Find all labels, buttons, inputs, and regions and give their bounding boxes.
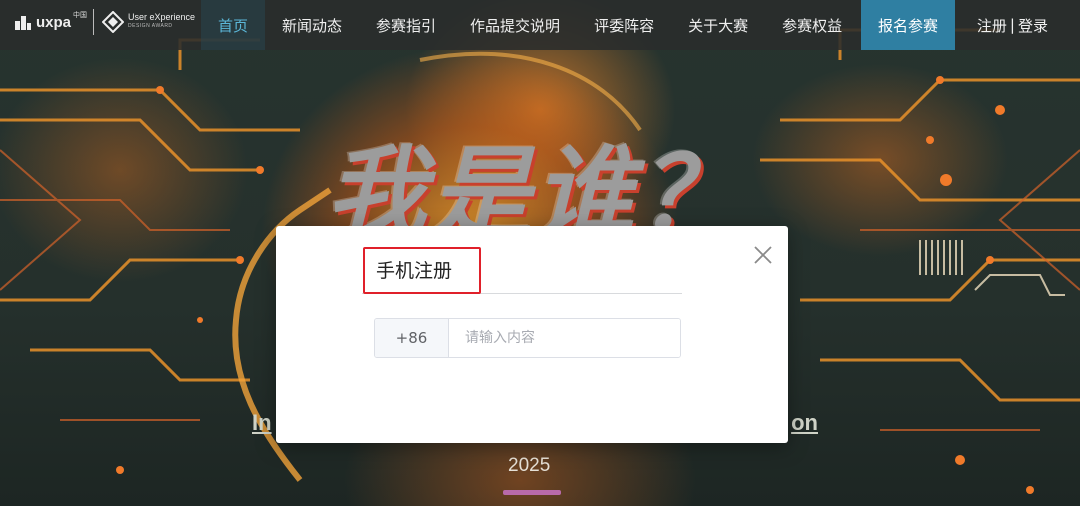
hero-subtitle-left: In bbox=[252, 410, 272, 435]
register-link[interactable]: 注册 bbox=[977, 15, 1007, 36]
ux-award-logo: User eXperience DESIGN AWARD bbox=[102, 11, 195, 33]
ux-award-title: User eXperience bbox=[128, 12, 196, 22]
country-code-prefix[interactable]: +86 bbox=[375, 319, 449, 357]
signup-contest-button[interactable]: 报名参赛 bbox=[861, 0, 955, 50]
title-highlight-box bbox=[363, 247, 481, 294]
diamond-logo-icon bbox=[102, 11, 125, 33]
uxpa-mark-icon bbox=[15, 16, 31, 30]
nav-item-about[interactable]: 关于大赛 bbox=[671, 0, 765, 50]
hero-year: 2025 bbox=[508, 455, 551, 476]
auth-links: 注册 | 登录 bbox=[977, 0, 1048, 50]
nav-item-benefits[interactable]: 参赛权益 bbox=[765, 0, 859, 50]
carousel-indicator[interactable] bbox=[503, 490, 561, 495]
phone-input[interactable] bbox=[449, 319, 680, 357]
logo-divider bbox=[93, 9, 95, 35]
top-navigation: uxpa 中国 User eXperience DESIGN AWARD 首页 … bbox=[0, 0, 1080, 50]
uxpa-china-label: 中国 bbox=[73, 11, 88, 19]
login-link[interactable]: 登录 bbox=[1018, 15, 1048, 36]
ux-award-subtitle: DESIGN AWARD bbox=[128, 23, 173, 29]
nav-item-home[interactable]: 首页 bbox=[201, 0, 266, 50]
site-logo[interactable]: uxpa 中国 User eXperience DESIGN AWARD bbox=[14, 9, 195, 35]
close-icon[interactable] bbox=[752, 244, 774, 266]
uxpa-wordmark: uxpa bbox=[36, 13, 72, 31]
phone-number-field: +86 bbox=[374, 318, 681, 358]
nav-item-judges[interactable]: 评委阵容 bbox=[577, 0, 671, 50]
nav-menu: 首页 新闻动态 参赛指引 作品提交说明 评委阵容 关于大赛 参赛权益 bbox=[201, 0, 859, 50]
uxpa-logo: uxpa 中国 bbox=[14, 11, 88, 31]
nav-item-submission[interactable]: 作品提交说明 bbox=[453, 0, 577, 50]
nav-item-guide[interactable]: 参赛指引 bbox=[359, 0, 453, 50]
auth-separator: | bbox=[1009, 16, 1015, 34]
hero-subtitle-right: on bbox=[791, 410, 818, 435]
phone-register-dialog: 手机注册 +86 bbox=[276, 226, 788, 443]
nav-item-news[interactable]: 新闻动态 bbox=[265, 0, 359, 50]
